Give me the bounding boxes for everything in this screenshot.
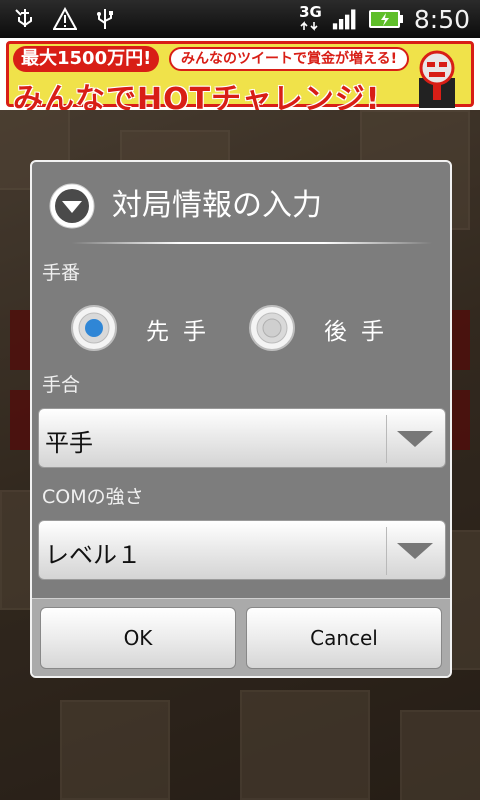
title-divider <box>72 242 432 244</box>
ad-banner[interactable]: 最大1500万円! みんなのツイートで賞金が増える! みんなでHOTチャレンジ! <box>0 38 480 110</box>
chevron-down-icon <box>397 543 433 559</box>
select-separator <box>386 527 387 575</box>
clock: 8:50 <box>413 4 470 34</box>
select-separator <box>386 415 387 463</box>
dialog-button-bar: OK Cancel <box>32 598 450 676</box>
chevron-down-icon <box>397 431 433 447</box>
mascot-icon <box>419 50 455 108</box>
warning-icon <box>52 6 78 32</box>
handicap-select[interactable]: 平手 <box>38 408 446 468</box>
status-bar: 3G 8:50 <box>0 0 480 38</box>
ad-main-text: みんなでHOTチャレンジ! <box>13 82 381 110</box>
radio-gote-label[interactable]: 後手 <box>324 312 398 346</box>
game-settings-dialog: 対局情報の入力 手番 先手 後手 手合 平手 COMの強さ レベル１ OK Ca… <box>30 160 452 678</box>
turn-radio-group: 先手 後手 <box>32 300 450 356</box>
radio-sente-label[interactable]: 先手 <box>146 312 220 346</box>
ok-button[interactable]: OK <box>40 607 236 669</box>
dropdown-circle-icon <box>49 183 95 229</box>
usb-icon <box>92 6 118 32</box>
cancel-button[interactable]: Cancel <box>246 607 442 669</box>
network-type: 3G <box>299 3 322 21</box>
com-strength-value: レベル１ <box>45 541 141 569</box>
ad-prize-text: 最大1500万円! <box>13 46 160 72</box>
status-left <box>12 6 118 32</box>
network-3g-icon: 3G <box>299 5 322 33</box>
battery-icon <box>368 6 404 32</box>
radio-gote[interactable] <box>248 304 296 352</box>
ad-banner-frame: 最大1500万円! みんなのツイートで賞金が増える! みんなでHOTチャレンジ! <box>6 41 474 110</box>
com-strength-label: COMの強さ <box>42 486 144 508</box>
usb-debug-icon <box>12 6 38 32</box>
ad-sub-text: みんなのツイートで賞金が増える! <box>169 47 409 71</box>
handicap-value: 平手 <box>45 429 93 457</box>
dialog-title-bar: 対局情報の入力 <box>32 162 450 248</box>
turn-label: 手番 <box>42 262 81 284</box>
status-right: 3G 8:50 <box>299 5 470 34</box>
handicap-label: 手合 <box>42 374 81 396</box>
signal-icon <box>332 6 358 32</box>
com-strength-select[interactable]: レベル１ <box>38 520 446 580</box>
radio-sente[interactable] <box>70 304 118 352</box>
dialog-title: 対局情報の入力 <box>112 188 322 223</box>
